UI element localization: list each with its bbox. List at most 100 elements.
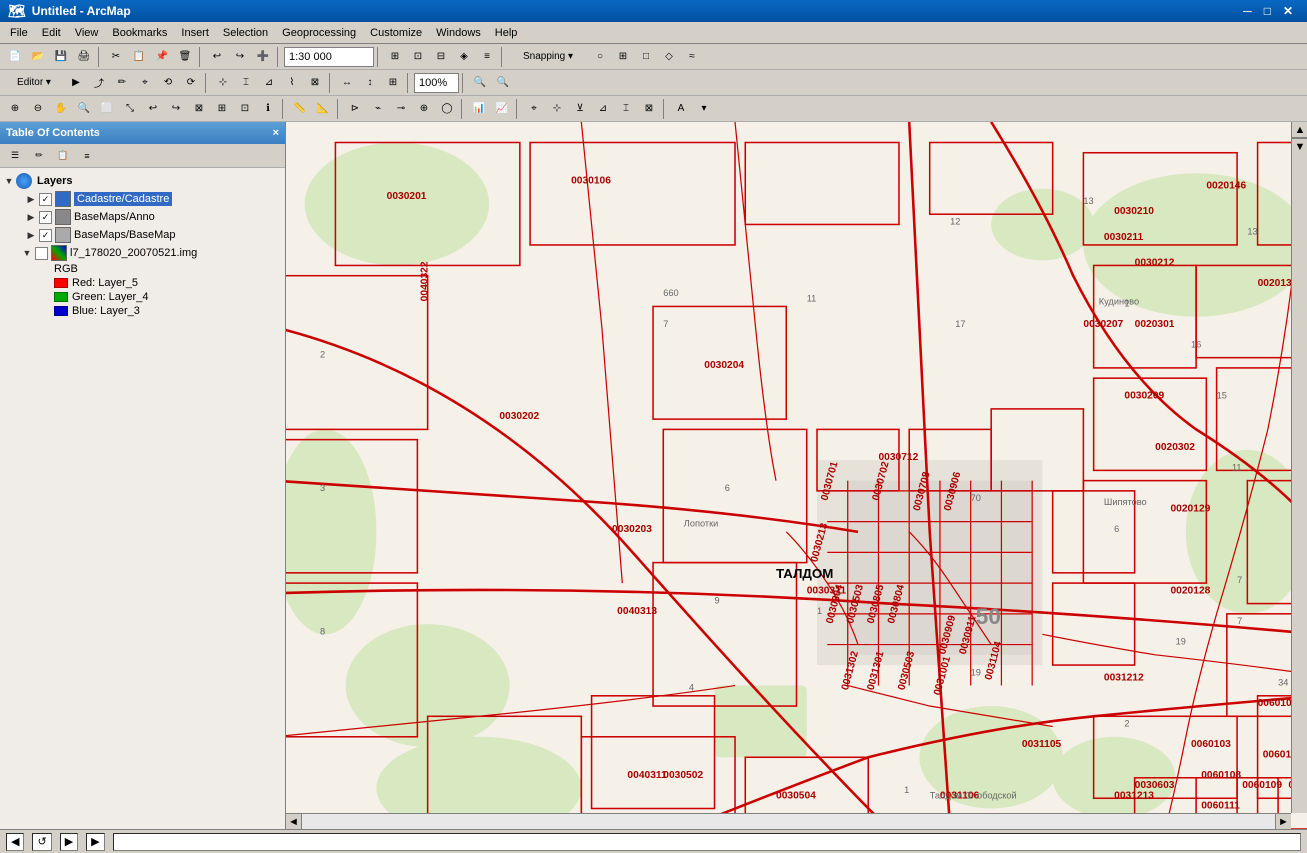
edit-tool10[interactable]: ⌇ — [281, 72, 303, 94]
draw-tool7[interactable]: ↩ — [142, 98, 164, 120]
scroll-right-btn[interactable]: ► — [1275, 814, 1291, 829]
status-refresh-btn[interactable]: ↺ — [32, 833, 51, 851]
draw-tool20[interactable]: 📊 — [468, 98, 490, 120]
draw-tool19[interactable]: ◯ — [436, 98, 458, 120]
menu-view[interactable]: View — [69, 25, 105, 41]
toc-options-btn[interactable]: ≡ — [76, 145, 98, 167]
menu-geoprocessing[interactable]: Geoprocessing — [276, 25, 362, 41]
edit-tool9[interactable]: ⊿ — [258, 72, 280, 94]
draw-tool17[interactable]: ⊸ — [390, 98, 412, 120]
new-btn[interactable]: 📄 — [4, 46, 26, 68]
map-area[interactable]: 0030201 0030106 0040322 0030202 0030203 … — [286, 122, 1307, 829]
undo-btn[interactable]: ↩ — [206, 46, 228, 68]
draw-tool10[interactable]: ⊞ — [211, 98, 233, 120]
print-btn[interactable]: 🖨 — [73, 46, 95, 68]
edit-tool3[interactable]: ✏ — [111, 72, 133, 94]
map-scrollbar-h[interactable]: ◄ ► — [286, 813, 1291, 829]
tb-btn2[interactable]: ⊡ — [407, 46, 429, 68]
draw-tool26[interactable]: ⌶ — [615, 98, 637, 120]
draw-tool4[interactable]: 🔍 — [73, 98, 95, 120]
draw-tool22[interactable]: ⌖ — [523, 98, 545, 120]
toc-item-basemap[interactable]: ▶ BaseMaps/BaseMap — [2, 226, 283, 244]
draw-tool12[interactable]: ℹ — [257, 98, 279, 120]
draw-tool18[interactable]: ⊕ — [413, 98, 435, 120]
cut-btn[interactable]: ✂ — [105, 46, 127, 68]
redo-btn[interactable]: ↪ — [229, 46, 251, 68]
draw-tool16[interactable]: ⌁ — [367, 98, 389, 120]
scroll-left-btn[interactable]: ◄ — [286, 814, 302, 829]
edit-tool1[interactable]: ▶ — [65, 72, 87, 94]
edit-tool7[interactable]: ⊹ — [212, 72, 234, 94]
save-btn[interactable]: 💾 — [50, 46, 72, 68]
snap-tool4[interactable]: ◇ — [658, 46, 680, 68]
draw-tool28[interactable]: A — [670, 98, 692, 120]
add-data-btn[interactable]: ➕ — [252, 46, 274, 68]
basemap-checkbox[interactable] — [39, 229, 52, 242]
menu-windows[interactable]: Windows — [430, 25, 487, 41]
edit-tool13[interactable]: ↕ — [359, 72, 381, 94]
img-checkbox[interactable] — [35, 247, 48, 260]
layers-group-header[interactable]: ▼ Layers — [2, 172, 283, 190]
menu-customize[interactable]: Customize — [364, 25, 428, 41]
toc-close-btn[interactable]: × — [273, 127, 279, 139]
percent-input[interactable] — [414, 73, 459, 93]
menu-bookmarks[interactable]: Bookmarks — [106, 25, 173, 41]
edit-tool8[interactable]: ⌶ — [235, 72, 257, 94]
menu-help[interactable]: Help — [489, 25, 524, 41]
copy-btn[interactable]: 📋 — [128, 46, 150, 68]
draw-tool13[interactable]: 📏 — [289, 98, 311, 120]
menu-file[interactable]: File — [4, 25, 34, 41]
draw-tool6[interactable]: ⤡ — [119, 98, 141, 120]
anno-checkbox[interactable] — [39, 211, 52, 224]
menu-selection[interactable]: Selection — [217, 25, 274, 41]
draw-tool27[interactable]: ⊠ — [638, 98, 660, 120]
edit-tool14[interactable]: ⊞ — [382, 72, 404, 94]
cadastre-checkbox[interactable] — [39, 193, 52, 206]
scale-input[interactable] — [284, 47, 374, 67]
draw-tool11[interactable]: ⊡ — [234, 98, 256, 120]
draw-tool29[interactable]: ▾ — [693, 98, 715, 120]
toc-item-anno[interactable]: ▶ BaseMaps/Anno — [2, 208, 283, 226]
tb-btn4[interactable]: ◈ — [453, 46, 475, 68]
tb-btn1[interactable]: ⊞ — [384, 46, 406, 68]
edit-tool4[interactable]: ⌖ — [134, 72, 156, 94]
draw-tool23[interactable]: ⊹ — [546, 98, 568, 120]
toc-item-cadastre[interactable]: ▶ Cadastre/Cadastre — [2, 190, 283, 208]
open-btn[interactable]: 📂 — [27, 46, 49, 68]
draw-tool3[interactable]: ✋ — [50, 98, 72, 120]
tb-btn5[interactable]: ≡ — [476, 46, 498, 68]
edit-tool6[interactable]: ⟳ — [180, 72, 202, 94]
edit-tool2[interactable]: ⤴ — [88, 72, 110, 94]
scroll-down-btn[interactable]: ▼ — [1292, 138, 1307, 154]
snap-tool3[interactable]: □ — [635, 46, 657, 68]
edit-tool5[interactable]: ⟲ — [157, 72, 179, 94]
menu-edit[interactable]: Edit — [36, 25, 67, 41]
edit-tool12[interactable]: ↔ — [336, 72, 358, 94]
snap-tool2[interactable]: ⊞ — [612, 46, 634, 68]
toc-item-img[interactable]: ▼ l7_178020_20070521.img — [2, 244, 283, 262]
status-back-btn[interactable]: ◀ — [6, 833, 24, 851]
draw-tool14[interactable]: 📐 — [312, 98, 334, 120]
snap-tool1[interactable]: ○ — [589, 46, 611, 68]
draw-tool21[interactable]: 📈 — [491, 98, 513, 120]
status-forward-btn[interactable]: ▶ — [60, 833, 78, 851]
scroll-up-btn[interactable]: ▲ — [1292, 122, 1307, 138]
draw-tool5[interactable]: ⬜ — [96, 98, 118, 120]
draw-tool8[interactable]: ↪ — [165, 98, 187, 120]
edit-tool15[interactable]: 🔍 — [469, 72, 491, 94]
snap-tool5[interactable]: ≈ — [681, 46, 703, 68]
toc-draw-btn[interactable]: ✏ — [28, 145, 50, 167]
draw-tool1[interactable]: ⊕ — [4, 98, 26, 120]
close-btn[interactable]: ✕ — [1277, 4, 1299, 18]
map-scrollbar-v[interactable]: ▲ ▼ — [1291, 122, 1307, 813]
paste-btn[interactable]: 📌 — [151, 46, 173, 68]
menu-insert[interactable]: Insert — [175, 25, 215, 41]
toc-source-btn[interactable]: 📋 — [52, 145, 74, 167]
draw-tool15[interactable]: ⊳ — [344, 98, 366, 120]
draw-tool24[interactable]: ⊻ — [569, 98, 591, 120]
draw-tool9[interactable]: ⊠ — [188, 98, 210, 120]
minimize-btn[interactable]: ─ — [1237, 4, 1258, 18]
editor-dropdown[interactable]: Editor ▾ — [4, 72, 64, 94]
status-stop-btn[interactable]: ▶ — [86, 833, 104, 851]
tb-btn3[interactable]: ⊟ — [430, 46, 452, 68]
